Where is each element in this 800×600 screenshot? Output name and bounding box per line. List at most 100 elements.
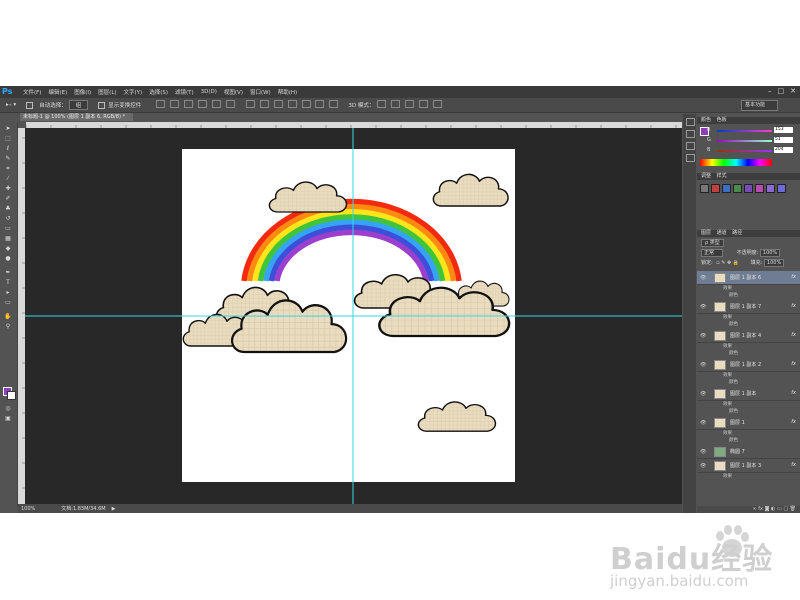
pen-tool-icon[interactable]: ✒ xyxy=(4,269,12,276)
layer-row[interactable]: 👁 图层 1 fx xyxy=(697,416,800,430)
eye-icon[interactable]: 👁 xyxy=(700,362,706,368)
fill-value[interactable]: 100% xyxy=(763,259,785,267)
marquee-tool-icon[interactable]: ⬚ xyxy=(4,135,12,142)
3d-roll-icon[interactable] xyxy=(391,100,401,108)
lock-icons[interactable]: ▫ ✎ ✥ 🔒 xyxy=(716,260,739,266)
style-swatch[interactable] xyxy=(711,184,720,193)
align-bottom-icon[interactable] xyxy=(184,100,194,108)
distribute-top-icon[interactable] xyxy=(245,100,255,108)
eraser-tool-icon[interactable]: ▭ xyxy=(4,225,12,232)
menu-type[interactable]: 文字(Y) xyxy=(124,88,143,96)
menu-window[interactable]: 窗口(W) xyxy=(250,88,271,96)
3d-slide-icon[interactable] xyxy=(419,100,429,108)
slider-b[interactable] xyxy=(717,150,772,152)
menu-image[interactable]: 图像(I) xyxy=(74,88,91,96)
stamp-tool-icon[interactable]: ♣ xyxy=(4,205,12,212)
layer-filter[interactable]: ρ 类型 xyxy=(701,239,796,247)
background-color-swatch[interactable] xyxy=(7,391,16,400)
auto-select-checkbox[interactable] xyxy=(26,101,34,109)
eye-icon[interactable]: 👁 xyxy=(700,275,706,281)
fx-icon[interactable]: fx xyxy=(791,274,796,280)
layer-row[interactable]: 👁 图层 1 副本 3 fx xyxy=(697,459,800,473)
3d-rotate-icon[interactable] xyxy=(377,100,387,108)
layer-row[interactable]: 👁 图层 1 副本 fx xyxy=(697,387,800,401)
opacity-value[interactable]: 100% xyxy=(759,249,781,257)
fx-icon[interactable]: fx xyxy=(791,303,796,309)
history-brush-tool-icon[interactable]: ↺ xyxy=(4,215,12,222)
zoom-tool-icon[interactable]: ⚲ xyxy=(4,323,12,330)
minimize-button[interactable]: – xyxy=(768,87,772,95)
style-swatch[interactable] xyxy=(755,184,764,193)
eye-icon[interactable]: 👁 xyxy=(700,449,706,455)
document-canvas[interactable] xyxy=(25,128,682,504)
menu-layer[interactable]: 图层(L) xyxy=(98,88,116,96)
distribute-right-icon[interactable] xyxy=(315,100,325,108)
maximize-button[interactable]: □ xyxy=(778,87,785,95)
dodge-tool-icon[interactable]: ● xyxy=(4,255,12,262)
vertical-ruler[interactable] xyxy=(18,128,25,507)
trash-icon[interactable]: 🗑 xyxy=(790,506,796,512)
color-spectrum[interactable] xyxy=(700,159,772,166)
quick-mask-icon[interactable]: ◎ xyxy=(4,405,12,412)
document-tab[interactable]: 未标题-1 @ 100% (图层 1 副本 6, RGB/8) * xyxy=(20,113,133,121)
distribute-vcenter-icon[interactable] xyxy=(259,100,269,108)
layer-row[interactable]: 👁 图层 1 副本 2 fx xyxy=(697,358,800,372)
paragraph-panel-icon[interactable] xyxy=(686,154,695,162)
tab-swatches[interactable]: 色板 xyxy=(717,117,727,123)
align-vcenter-icon[interactable] xyxy=(170,100,180,108)
layer-row[interactable]: 👁 图层 1 副本 4 fx xyxy=(697,329,800,343)
lasso-tool-icon[interactable]: ℓ xyxy=(4,145,12,152)
properties-panel-icon[interactable] xyxy=(686,130,695,138)
fx-icon[interactable]: fx xyxy=(791,390,796,396)
style-swatch[interactable] xyxy=(766,184,775,193)
slider-r[interactable] xyxy=(717,130,772,132)
style-swatch[interactable] xyxy=(722,184,731,193)
canvas-area[interactable] xyxy=(25,128,682,504)
info-panel-icon[interactable] xyxy=(686,142,695,150)
value-r[interactable]: 153 xyxy=(774,127,793,133)
tab-styles[interactable]: 样式 xyxy=(717,173,727,179)
screen-mode-icon[interactable]: ▣ xyxy=(4,415,12,422)
align-left-icon[interactable] xyxy=(198,100,207,108)
style-swatch[interactable] xyxy=(777,184,786,193)
zoom-level[interactable]: 100% xyxy=(21,506,35,512)
menu-edit[interactable]: 编辑(E) xyxy=(48,88,67,96)
align-right-icon[interactable] xyxy=(225,100,235,108)
style-swatch[interactable] xyxy=(700,184,709,193)
tab-channels[interactable]: 通道 xyxy=(717,230,727,236)
align-top-icon[interactable] xyxy=(156,100,166,108)
status-menu-arrow-icon[interactable]: ▶ xyxy=(112,506,116,512)
fx-icon[interactable]: fx xyxy=(791,419,796,425)
eye-icon[interactable]: 👁 xyxy=(700,304,706,310)
style-swatch[interactable] xyxy=(744,184,753,193)
path-select-tool-icon[interactable]: ▸ xyxy=(4,289,12,296)
menu-help[interactable]: 帮助(H) xyxy=(278,88,297,96)
shape-tool-icon[interactable]: ▭ xyxy=(4,299,12,306)
3d-drag-icon[interactable] xyxy=(405,100,415,108)
blur-tool-icon[interactable]: ◆ xyxy=(4,245,12,252)
auto-select-dropdown[interactable]: 组 xyxy=(68,100,89,110)
blend-mode-dropdown[interactable]: 正常 xyxy=(701,249,724,257)
type-tool-icon[interactable]: T xyxy=(4,279,12,286)
eyedropper-tool-icon[interactable]: ⁄ xyxy=(4,175,12,182)
fx-icon[interactable]: fx xyxy=(791,462,796,468)
distribute-hcenter-icon[interactable] xyxy=(301,100,311,108)
tab-layers[interactable]: 图层 xyxy=(701,230,711,236)
history-panel-icon[interactable] xyxy=(686,118,695,126)
eye-icon[interactable]: 👁 xyxy=(700,391,706,397)
brush-tool-icon[interactable]: ✐ xyxy=(4,195,12,202)
3d-scale-icon[interactable] xyxy=(433,100,443,108)
align-hcenter-icon[interactable] xyxy=(211,100,221,108)
show-transform-checkbox[interactable] xyxy=(98,101,106,109)
layer-row-selected[interactable]: 👁 图层 1 副本 6 fx xyxy=(697,271,800,285)
workspace-dropdown[interactable]: 基本功能 xyxy=(741,100,778,111)
menu-file[interactable]: 文件(F) xyxy=(23,88,41,96)
gradient-tool-icon[interactable]: ▦ xyxy=(4,235,12,242)
distribute-left-icon[interactable] xyxy=(287,100,297,108)
menu-filter[interactable]: 滤镜(T) xyxy=(175,88,194,96)
value-b[interactable]: 204 xyxy=(774,147,793,153)
move-tool-icon[interactable]: ▸₊ ▾ xyxy=(6,102,16,108)
layer-row[interactable]: 👁 椭圆 7 xyxy=(697,445,800,459)
layer-row[interactable]: 👁 图层 1 副本 7 fx xyxy=(697,300,800,314)
healing-tool-icon[interactable]: ✚ xyxy=(4,185,12,192)
